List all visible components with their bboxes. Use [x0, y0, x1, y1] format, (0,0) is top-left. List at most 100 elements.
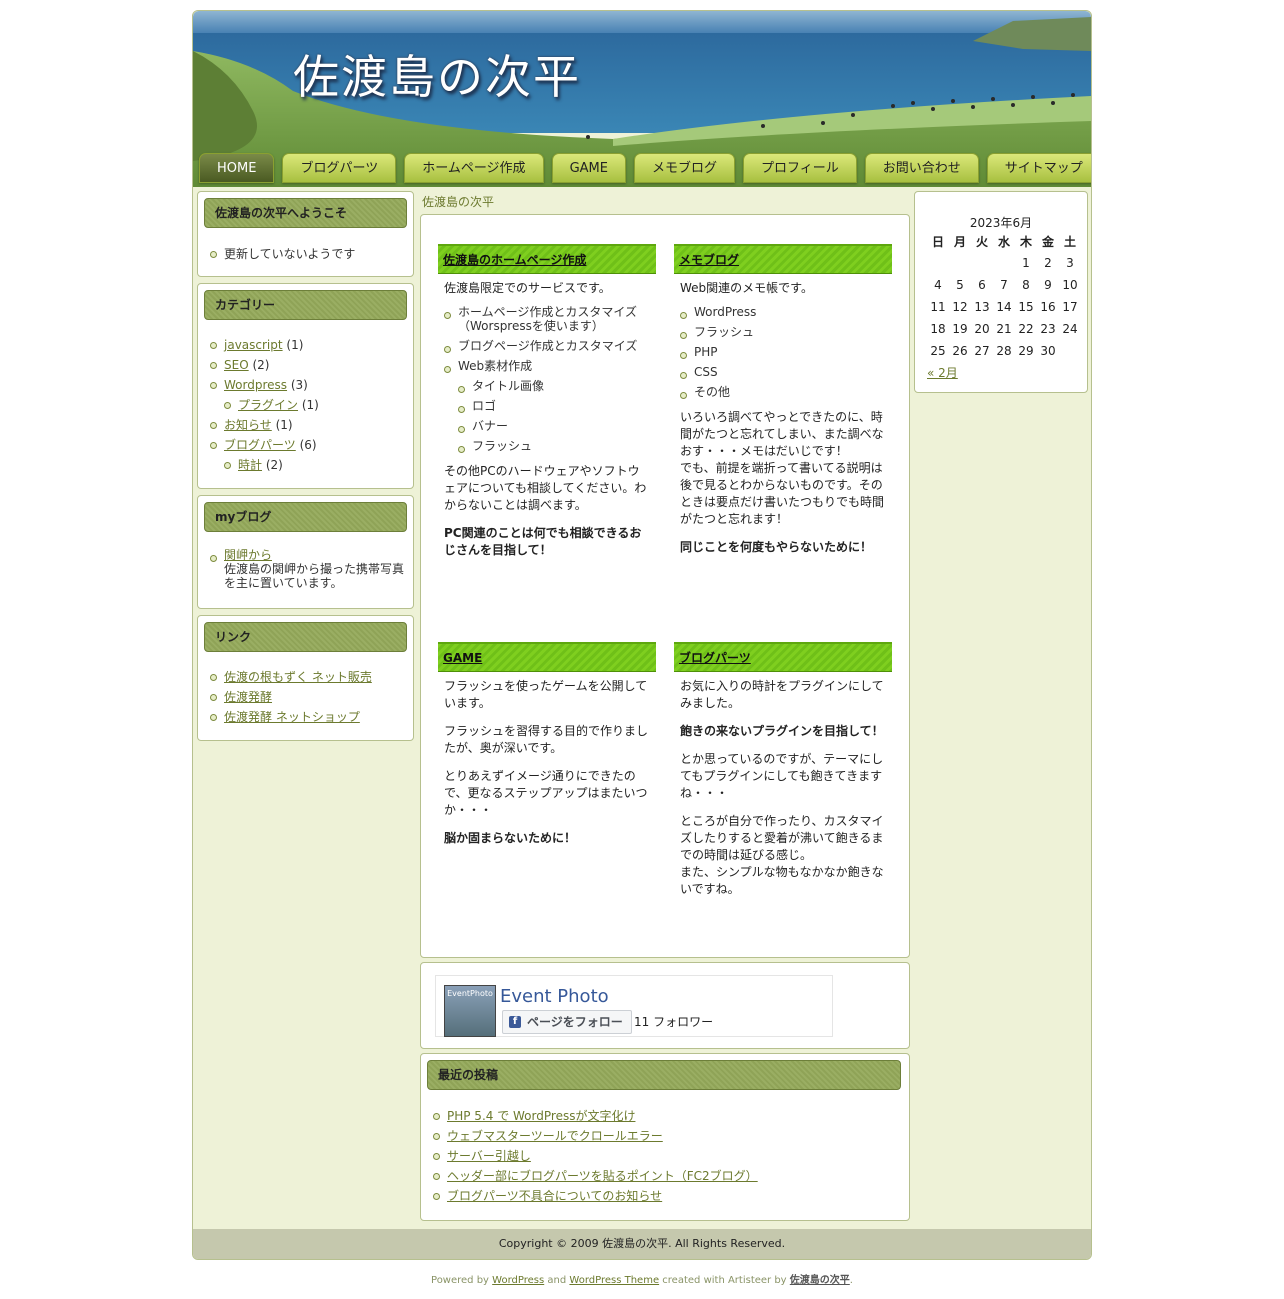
calendar-day: 14	[996, 300, 1012, 314]
powered-by-line: Powered by WordPress and WordPress Theme…	[0, 1271, 1284, 1286]
calendar-block: 2023年6月 日月火水木金土 1 2 3 4 5 6 7 8 9 10 11 12 13 14 15 16 17…	[914, 191, 1088, 393]
section-list-item: CSS	[680, 365, 886, 379]
calendar-day: 28	[996, 344, 1012, 358]
calendar-caption: 2023年6月	[969, 216, 1033, 230]
site-link[interactable]: 佐渡島の次平	[790, 1275, 850, 1286]
myblog-link[interactable]: 関岬から	[224, 548, 272, 562]
nav-item-3[interactable]: GAME	[551, 153, 626, 183]
breadcrumb[interactable]: 佐渡島の次平	[422, 193, 494, 210]
fb-block: EventPhoto Event Photo f ページをフォロー 11 フォロ…	[420, 962, 910, 1049]
recent-post-link[interactable]: PHP 5.4 で WordPressが文字化け	[447, 1109, 635, 1123]
fb-follow-button[interactable]: f ページをフォロー	[502, 1010, 632, 1034]
section-list: WordPress フラッシュ PHP CSS その他	[680, 305, 886, 399]
category-item: プラグイン (1)	[224, 395, 405, 415]
calendar-day: 18	[930, 322, 946, 336]
wordpress-link[interactable]: WordPress	[492, 1275, 544, 1286]
created-with-text: created with Artisteer by	[662, 1275, 787, 1286]
category-block: カテゴリー javascript (1) SEO (2) Wordpress (3)…	[197, 283, 414, 489]
fb-follow-label: ページをフォロー	[527, 1015, 623, 1029]
external-link[interactable]: 佐渡発酵 ネットショップ	[224, 710, 360, 724]
nav-item-6[interactable]: お問い合わせ	[864, 153, 979, 183]
recent-post-item: ブログパーツ不具合についてのお知らせ	[433, 1186, 893, 1206]
category-item: ブログパーツ (6)	[210, 435, 405, 455]
calendar-day-header: 火	[975, 234, 988, 249]
calendar-day: 21	[996, 322, 1012, 336]
section-emphasis: 脳か固まらないために！	[444, 831, 577, 845]
category-title: カテゴリー	[204, 290, 407, 320]
nav-item-2[interactable]: ホームページ作成	[404, 153, 544, 183]
recent-posts-list: PHP 5.4 で WordPressが文字化けウェブマスターツールでクロールエ…	[433, 1106, 893, 1206]
links-list: 佐渡の根もずく ネット販売 佐渡発酵佐渡発酵 ネットショップ	[210, 667, 405, 727]
myblog-block: myブログ 関岬から 佐渡島の関岬から撮った携帯写真を主に置いています。	[197, 495, 414, 609]
welcome-item: 更新していないようです	[210, 244, 405, 264]
recent-post-link[interactable]: ブログパーツ不具合についてのお知らせ	[447, 1189, 662, 1203]
content-block: 佐渡島のホームページ作成 佐渡島限定でのサービスです。 ホームページ作成とカスタマ…	[420, 214, 910, 958]
footer: Copyright © 2009 佐渡島の次平. All Rights Rese…	[193, 1229, 1091, 1259]
section-paragraph: フラッシュを習得する目的で作りましたが、奥が深いです。	[444, 724, 649, 755]
recent-post-link[interactable]: ウェブマスターツールでクロールエラー	[447, 1129, 663, 1143]
recent-posts-title: 最近の投稿	[427, 1060, 901, 1090]
nav-item-1[interactable]: ブログパーツ	[282, 153, 397, 183]
myblog-item: 関岬から 佐渡島の関岬から撮った携帯写真を主に置いています。	[210, 548, 405, 590]
section-title-blogparts[interactable]: ブログパーツ	[674, 642, 892, 672]
myblog-title: myブログ	[204, 502, 407, 532]
section-game: フラッシュを使ったゲームを公開しています。 フラッシュを習得する目的で作りましたが…	[444, 678, 650, 858]
external-link[interactable]: 佐渡の根もずく ネット販売	[224, 670, 372, 684]
calendar-table: 日月火水木金土 1 2 3 4 5 6 7 8 9 10 11 12 13 14 15 16 17 18 19 20 21…	[927, 230, 1081, 362]
section-title-homepage[interactable]: 佐渡島のホームページ作成	[438, 244, 656, 274]
category-item: javascript (1)	[210, 335, 405, 355]
section-homepage: 佐渡島限定でのサービスです。 ホームページ作成とカスタマイズ（Worspressを…	[444, 280, 650, 570]
calendar-day: 20	[974, 322, 990, 336]
nav-item-7[interactable]: サイトマップ	[986, 153, 1091, 183]
link-item: 佐渡の根もずく ネット販売	[210, 667, 405, 687]
calendar-day: 25	[930, 344, 946, 358]
section-paragraph: とりあえずイメージ通りにできたので、更なるステップアップはまたいつか・・・	[444, 769, 648, 817]
category-link[interactable]: javascript	[224, 338, 283, 352]
category-count: (6)	[299, 438, 317, 452]
calendar-day: 19	[952, 322, 968, 336]
calendar-day	[971, 252, 993, 274]
calendar-day: 2	[1044, 256, 1052, 270]
calendar-day-header: 水	[997, 234, 1010, 249]
category-link[interactable]: ブログパーツ	[224, 438, 296, 452]
category-link[interactable]: 時計	[238, 458, 262, 472]
category-count: (3)	[290, 378, 308, 392]
category-item: SEO (2)	[210, 355, 405, 375]
nav-item-0[interactable]: HOME	[199, 153, 275, 183]
section-title-memoblog[interactable]: メモブログ	[674, 244, 892, 274]
category-count: (2)	[265, 458, 283, 472]
calendar-day: 24	[1062, 322, 1078, 336]
calendar-day	[927, 252, 949, 274]
section-title-game[interactable]: GAME	[438, 642, 656, 672]
category-link[interactable]: Wordpress	[224, 378, 287, 392]
fb-page-name[interactable]: Event Photo	[500, 986, 609, 1007]
section-list-item: フラッシュ	[458, 439, 650, 453]
calendar-prev-link[interactable]: « 2月	[927, 364, 958, 381]
footer-end: .	[849, 1275, 853, 1286]
recent-post-link[interactable]: サーバー引越し	[447, 1149, 531, 1163]
fb-thumb-image[interactable]: EventPhoto	[444, 985, 496, 1037]
section-list: ホームページ作成とカスタマイズ（Worspressを使います） ブログページ作成と…	[444, 305, 650, 453]
calendar-day-header: 木	[1019, 234, 1032, 249]
category-link[interactable]: SEO	[224, 358, 249, 372]
category-count: (1)	[275, 418, 293, 432]
calendar-day: 17	[1062, 300, 1078, 314]
recent-post-link[interactable]: ヘッダー部にブログパーツを貼るポイント（FC2ブログ）	[447, 1169, 758, 1183]
calendar-day: 15	[1018, 300, 1034, 314]
recent-post-item: サーバー引越し	[433, 1146, 893, 1166]
category-link[interactable]: お知らせ	[224, 418, 272, 432]
section-list-item: ホームページ作成とカスタマイズ（Worspressを使います）	[444, 305, 650, 333]
section-list-item: WordPress	[680, 305, 886, 319]
category-item: お知らせ (1)	[210, 415, 405, 435]
site-title[interactable]: 佐渡島の次平	[293, 41, 581, 107]
link-item: 佐渡発酵 ネットショップ	[210, 707, 405, 727]
calendar-day: 1	[1022, 256, 1030, 270]
links-title: リンク	[204, 622, 407, 652]
external-link[interactable]: 佐渡発酵	[224, 690, 272, 704]
calendar-day: 29	[1018, 344, 1034, 358]
nav-item-4[interactable]: メモブログ	[633, 153, 735, 183]
nav-item-5[interactable]: プロフィール	[742, 153, 857, 183]
calendar-day-header: 土	[1063, 234, 1076, 249]
category-link[interactable]: プラグイン	[238, 398, 298, 412]
wordpress-theme-link[interactable]: WordPress Theme	[569, 1275, 659, 1286]
